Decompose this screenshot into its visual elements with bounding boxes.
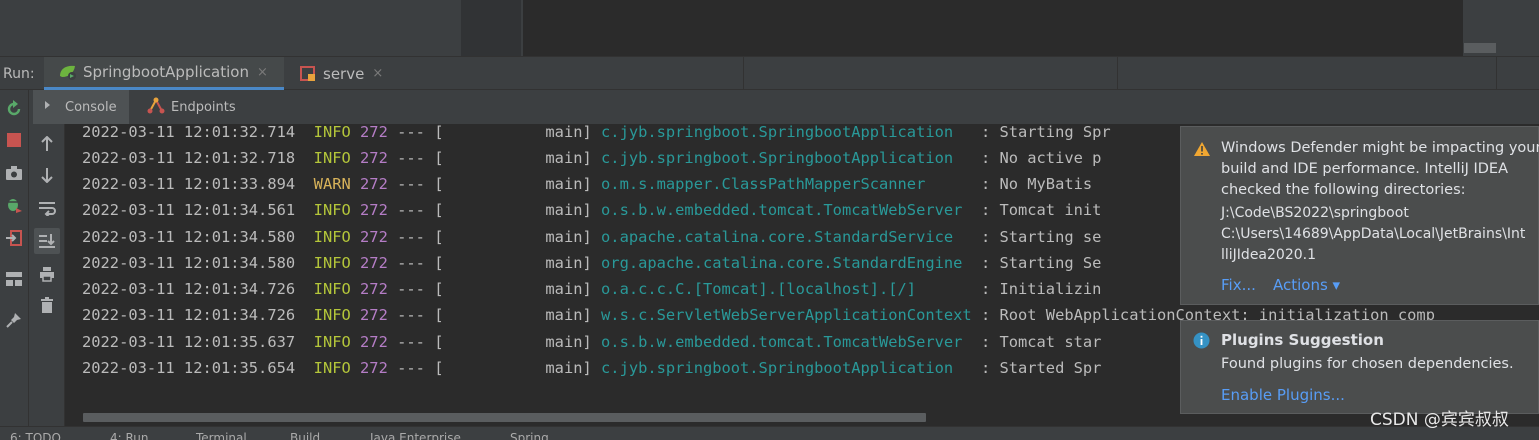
notification-text: build and IDE performance. IntelliJ IDEA <box>1221 161 1509 177</box>
print-icon[interactable] <box>36 263 58 285</box>
watermark: CSDN @宾宾叔叔 <box>1370 410 1509 430</box>
console-icon <box>43 99 57 115</box>
debug-bug-icon[interactable] <box>3 194 25 216</box>
close-icon[interactable]: × <box>372 66 383 81</box>
tab-console[interactable]: Console <box>33 90 129 124</box>
notification-path: lliJIdea2020.1 <box>1221 247 1316 263</box>
logger-name: w.s.c.ServletWebServerApplicationContext <box>601 306 981 324</box>
run-toolbar <box>0 90 29 439</box>
tab-endpoints[interactable]: Endpoints <box>147 90 236 124</box>
logger-name: org.apache.catalina.core.StandardEngine <box>601 254 981 272</box>
tool-window-bar: 6: TODO 4: Run Terminal Build Java Enter… <box>0 426 1539 440</box>
logger-name: o.apache.catalina.core.StandardService <box>601 228 981 246</box>
trash-icon[interactable] <box>36 294 58 316</box>
editor-area <box>0 0 1539 56</box>
warning-icon <box>1193 141 1211 159</box>
logger-name: c.jyb.springboot.SpringbootApplication <box>601 149 981 167</box>
notification-path: C:\Users\14689\AppData\Local\JetBrains\I… <box>1221 226 1526 242</box>
log-line: 2022-03-11 12:01:34.726 INFO 272 --- [ m… <box>82 280 1102 298</box>
log-line: 2022-03-11 12:01:34.580 INFO 272 --- [ m… <box>82 228 1102 246</box>
log-line: 2022-03-11 12:01:34.561 INFO 272 --- [ m… <box>82 201 1102 219</box>
log-line: 2022-03-11 12:01:34.580 INFO 272 --- [ m… <box>82 254 1102 272</box>
log-line: 2022-03-11 12:01:35.637 INFO 272 --- [ m… <box>82 333 1102 351</box>
soft-wrap-icon[interactable] <box>36 197 58 219</box>
editor-pane <box>523 0 1463 56</box>
exit-icon[interactable] <box>3 227 25 249</box>
log-line: 2022-03-11 12:01:32.718 INFO 272 --- [ m… <box>82 149 1102 167</box>
logger-name: o.s.b.w.embedded.tomcat.TomcatWebServer <box>601 333 981 351</box>
log-line: 2022-03-11 12:01:35.654 INFO 272 --- [ m… <box>82 359 1102 377</box>
divider <box>1117 57 1118 90</box>
notification-text: checked the following directories: <box>1221 182 1466 198</box>
log-line: 2022-03-11 12:01:32.714 INFO 272 --- [ m… <box>82 124 1111 141</box>
console-toolbar <box>29 124 65 439</box>
run-label: Run: <box>3 66 35 82</box>
scroll-to-end-icon[interactable] <box>34 228 60 254</box>
tab-springboot-application[interactable]: SpringbootApplication × <box>44 57 284 90</box>
divider <box>743 57 744 90</box>
run-tool-window-header: Run: SpringbootApplication × serve × <box>0 56 1539 90</box>
logger-name: o.a.c.c.C.[Tomcat].[localhost].[/] <box>601 280 981 298</box>
defender-notification: Windows Defender might be impacting your… <box>1180 126 1539 305</box>
notification-text: Found plugins for chosen dependencies. <box>1221 356 1514 372</box>
plugins-suggestion-notification: Plugins Suggestion Found plugins for cho… <box>1180 320 1539 414</box>
editor-gutter <box>461 0 521 56</box>
arrow-down-icon[interactable] <box>36 164 58 186</box>
endpoints-icon <box>147 96 165 118</box>
logger-name: c.jyb.springboot.SpringbootApplication <box>601 124 981 141</box>
notification-title: Plugins Suggestion <box>1221 331 1384 349</box>
camera-icon[interactable] <box>3 162 25 184</box>
npm-script-icon <box>300 65 316 82</box>
logger-name: c.jyb.springboot.SpringbootApplication <box>601 359 981 377</box>
info-icon <box>1193 332 1211 350</box>
notification-text: Windows Defender might be impacting your <box>1221 140 1539 156</box>
horizontal-scrollbar-thumb[interactable] <box>83 413 926 422</box>
actions-dropdown[interactable]: Actions ▾ <box>1273 276 1340 294</box>
tab-label: SpringbootApplication <box>83 63 249 81</box>
close-icon[interactable]: × <box>257 65 268 80</box>
tab-label: Console <box>65 99 117 115</box>
stop-icon[interactable] <box>3 129 25 151</box>
fix-link[interactable]: Fix... <box>1221 276 1256 294</box>
logger-name: o.s.b.w.embedded.tomcat.TomcatWebServer <box>601 201 981 219</box>
layout-icon[interactable] <box>3 268 25 290</box>
logger-name: o.m.s.mapper.ClassPathMapperScanner <box>601 175 981 193</box>
arrow-up-icon[interactable] <box>36 133 58 155</box>
tab-label: Endpoints <box>171 99 236 115</box>
tab-label: serve <box>323 64 365 83</box>
notification-path: J:\Code\BS2022\springboot <box>1221 205 1409 221</box>
pin-icon[interactable] <box>3 309 25 331</box>
tab-serve[interactable]: serve × <box>300 57 383 90</box>
editor-scrollbar-thumb[interactable] <box>1464 43 1496 53</box>
console-tabs: Console Endpoints <box>29 90 1539 124</box>
log-line: 2022-03-11 12:01:33.894 WARN 272 --- [ m… <box>82 175 1093 193</box>
divider <box>1496 57 1497 90</box>
enable-plugins-link[interactable]: Enable Plugins... <box>1221 386 1345 404</box>
spring-run-icon <box>58 63 78 81</box>
rerun-icon[interactable] <box>3 98 25 120</box>
